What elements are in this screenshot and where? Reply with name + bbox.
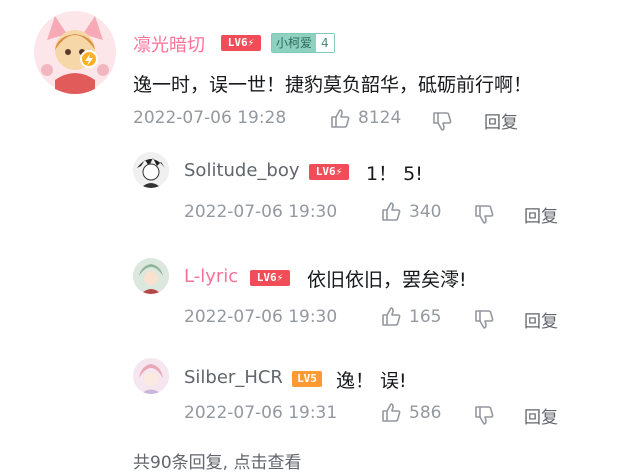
vip-badge-icon: [80, 50, 98, 68]
avatar[interactable]: [133, 152, 169, 188]
level-badge: LV6⚡: [309, 164, 349, 180]
thumbs-up-icon[interactable]: [380, 402, 402, 424]
fan-badge-name: 小柯爱: [272, 34, 317, 52]
reply-time: 2022-07-06 19:30: [184, 202, 338, 222]
avatar[interactable]: [133, 358, 169, 394]
thumbs-up-icon[interactable]: [329, 108, 351, 130]
username[interactable]: Solitude_boy: [184, 160, 300, 181]
reply-button[interactable]: 回复: [524, 403, 558, 428]
username[interactable]: L-lyric: [184, 266, 238, 287]
thumbs-up-icon[interactable]: [380, 306, 402, 328]
thumbs-down-icon[interactable]: [473, 203, 495, 225]
like-count: 165: [409, 307, 442, 327]
reply-text: 依旧依旧，罢矣澪!: [307, 269, 467, 291]
username[interactable]: Silber_HCR: [184, 367, 283, 388]
thumbs-down-icon[interactable]: [473, 404, 495, 426]
level-badge: LV6⚡: [250, 270, 290, 286]
reply-button[interactable]: 回复: [524, 307, 558, 332]
fan-badge-level: 4: [316, 34, 334, 52]
avatar[interactable]: [33, 10, 117, 94]
like-count: 586: [409, 403, 442, 423]
reply-button[interactable]: 回复: [484, 108, 518, 133]
like-count: 340: [409, 202, 442, 222]
reply-button[interactable]: 回复: [524, 202, 558, 227]
comment-time: 2022-07-06 19:28: [133, 108, 287, 128]
level-badge: LV6⚡: [221, 35, 261, 51]
comment-text: 逸一时，误一世！捷豹莫负韶华，砥砺前行啊！: [133, 74, 533, 96]
reply-text: 逸！ 误!: [336, 370, 407, 392]
avatar[interactable]: [133, 258, 169, 294]
thumbs-up-icon[interactable]: [380, 201, 402, 223]
reply-time: 2022-07-06 19:30: [184, 307, 338, 327]
thumbs-down-icon[interactable]: [431, 110, 453, 132]
reply-text: 1！ 5!: [366, 163, 423, 185]
view-more-replies-link[interactable]: 共90条回复, 点击查看: [133, 448, 301, 473]
reply-time: 2022-07-06 19:31: [184, 403, 338, 423]
username[interactable]: 凛光暗切: [133, 31, 205, 57]
like-count: 8124: [358, 108, 402, 128]
thumbs-down-icon[interactable]: [473, 308, 495, 330]
level-badge: LV5: [292, 371, 322, 387]
fan-badge[interactable]: 小柯爱 4: [271, 33, 335, 53]
